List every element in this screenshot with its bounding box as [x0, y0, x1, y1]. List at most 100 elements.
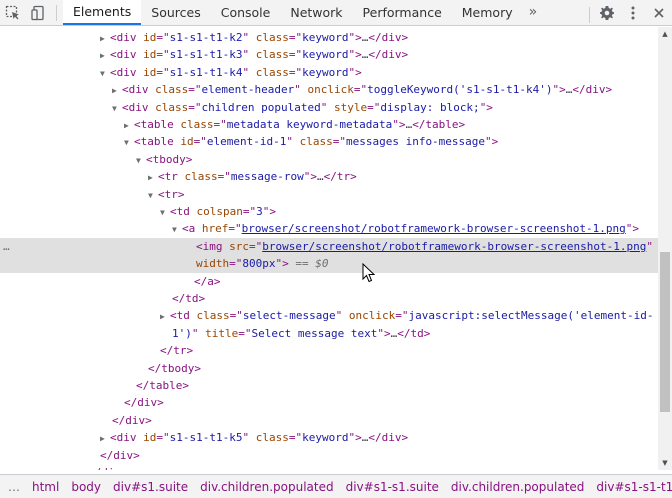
attribute-value: messages info-message — [345, 135, 486, 149]
breadcrumb-item[interactable]: div#s1-s1-t1.test — [590, 480, 672, 494]
attribute-name: class — [196, 309, 230, 323]
collapsed-triangle-icon[interactable]: ▶ — [124, 117, 134, 134]
tree-node[interactable]: ▼ <tr> — [0, 186, 658, 203]
tree-node-content: ▶ <div class="element-header" onclick="to… — [112, 81, 612, 99]
attribute-link[interactable]: browser/screenshot/robotframework-browse… — [262, 240, 646, 253]
tree-node[interactable]: </div> — [0, 464, 658, 470]
tree-node-content: <img src="browser/screenshot/robotframew… — [196, 238, 653, 255]
tag-token: </div> — [124, 396, 164, 410]
tree-node[interactable]: ▶ <div id="s1-s1-t1-k2" class="keyword">…… — [0, 29, 658, 46]
expanded-triangle-icon[interactable]: ▼ — [100, 65, 110, 82]
tab-memory[interactable]: Memory — [452, 0, 523, 25]
collapsed-triangle-icon[interactable]: ▶ — [100, 430, 110, 447]
tag-token: </td> — [397, 326, 431, 340]
tree-node[interactable]: ▼ <div id="s1-s1-t1-k4" class="keyword"> — [0, 64, 658, 81]
kebab-menu-icon[interactable] — [620, 0, 646, 26]
tree-node[interactable]: ▶ <tr class="message-row">…</tr> — [0, 168, 658, 185]
tree-node[interactable]: </div> — [0, 412, 658, 429]
tab-sources[interactable]: Sources — [141, 0, 210, 25]
tag-token: </div> — [368, 48, 409, 62]
tree-node[interactable]: ▶ <div id="s1-s1-t1-k3" class="keyword">…… — [0, 46, 658, 63]
inspect-icon[interactable] — [0, 0, 26, 26]
tag-token: "> — [262, 205, 276, 218]
attribute-link[interactable]: browser/screenshot/robotframework-browse… — [242, 222, 626, 235]
expanded-triangle-icon[interactable]: ▼ — [124, 134, 134, 151]
attribute-name: class — [180, 118, 214, 131]
breadcrumb-item[interactable]: div#s1.suite — [107, 480, 194, 494]
tab-console[interactable]: Console — [211, 0, 281, 25]
tree-node[interactable]: ▶ <table class="metadata keyword-metadata… — [0, 116, 658, 133]
tree-node[interactable]: </tr> — [0, 342, 658, 359]
node-actions-icon[interactable]: … — [3, 238, 10, 255]
tag-token: <td — [170, 309, 197, 323]
attribute-name: id — [143, 31, 157, 44]
scrollbar-thumb[interactable] — [660, 252, 670, 412]
close-icon[interactable] — [646, 0, 672, 26]
tree-node[interactable]: ▶ <div class="element-header" onclick="to… — [0, 81, 658, 98]
selected-node-marker: == $0 — [288, 257, 329, 271]
tag-token: =" — [367, 100, 381, 114]
tree-node[interactable]: </table> — [0, 377, 658, 394]
more-tabs-button[interactable]: » — [523, 0, 544, 25]
panel-tabs: Elements Sources Console Network Perform… — [63, 0, 543, 25]
tree-node[interactable]: ▶ <div id="s1-s1-t1-k5" class="keyword">…… — [0, 429, 658, 446]
tree-scrollbar[interactable]: ▲ ▼ — [658, 27, 672, 470]
tag-token: =" — [156, 431, 170, 445]
tree-node-selected[interactable]: width="800px"> == $0 — [0, 255, 658, 273]
collapsed-triangle-icon[interactable]: ▶ — [112, 82, 122, 99]
dom-tree[interactable]: ▶ <div id="s1-s1-t1-k2" class="keyword">…… — [0, 28, 658, 470]
tag-token: <div — [122, 100, 156, 114]
expanded-triangle-icon[interactable]: ▼ — [112, 100, 122, 117]
tree-node-content: </tr> — [160, 342, 193, 359]
breadcrumb-item[interactable]: html — [26, 480, 65, 494]
tab-performance[interactable]: Performance — [353, 0, 452, 25]
tree-node[interactable]: </tbody> — [0, 360, 658, 377]
collapsed-triangle-icon[interactable]: ▶ — [100, 30, 110, 47]
tree-node[interactable]: </a> — [0, 273, 658, 290]
breadcrumb-item[interactable]: div.children.populated — [445, 480, 590, 494]
attribute-name: id — [143, 65, 157, 79]
tag-token: </a> — [194, 274, 221, 288]
breadcrumb-overflow[interactable]: … — [0, 480, 26, 494]
tab-network[interactable]: Network — [280, 0, 352, 25]
collapsed-triangle-icon[interactable]: ▶ — [160, 308, 170, 325]
settings-gear-icon[interactable] — [594, 0, 620, 26]
tree-node[interactable]: </div> — [0, 447, 658, 464]
tag-token: " — [286, 135, 300, 149]
attribute-value: Select message text — [251, 326, 378, 340]
tree-node[interactable]: </div> — [0, 394, 658, 411]
attribute-value: element-header — [201, 83, 295, 97]
expanded-triangle-icon[interactable]: ▼ — [136, 152, 146, 169]
breadcrumb-item[interactable]: div.children.populated — [194, 480, 339, 494]
collapsed-ellipsis[interactable]: … — [317, 170, 324, 183]
tree-node[interactable]: </td> — [0, 290, 658, 307]
tag-token: =" — [156, 65, 170, 79]
scroll-down-arrow-icon[interactable]: ▼ — [658, 456, 672, 470]
collapsed-triangle-icon[interactable]: ▶ — [148, 169, 158, 186]
tag-token: =" — [353, 83, 368, 97]
tree-node[interactable]: 1')" title="Select message text">…</td> — [0, 325, 658, 342]
collapsed-triangle-icon[interactable]: ▶ — [100, 47, 110, 64]
tree-node[interactable]: ▼ <td colspan="3"> — [0, 203, 658, 220]
tag-token: </tbody> — [148, 361, 201, 375]
tree-node[interactable]: ▼ <table id="element-id-1" class="message… — [0, 133, 658, 150]
tag-token: </div> — [368, 31, 409, 44]
tree-node-content: </div> — [124, 394, 164, 411]
breadcrumb-item[interactable]: div#s1-s1.suite — [340, 480, 445, 494]
tree-node[interactable]: ▼ <a href="browser/screenshot/robotframew… — [0, 220, 658, 237]
tree-node[interactable]: ▶ <td class="select-message" onclick="jav… — [0, 307, 658, 324]
tree-node[interactable]: ▼ <tbody> — [0, 151, 658, 168]
expanded-triangle-icon[interactable]: ▼ — [148, 187, 158, 204]
attribute-value: s1-s1-t1-k4 — [169, 65, 243, 79]
expanded-triangle-icon[interactable]: ▼ — [172, 221, 182, 238]
device-toggle-icon[interactable] — [26, 0, 52, 26]
tree-node[interactable]: ▼ <div class="children populated" style="… — [0, 99, 658, 116]
expanded-triangle-icon[interactable]: ▼ — [160, 204, 170, 221]
attribute-value: 800px — [242, 257, 276, 271]
breadcrumb-item[interactable]: body — [65, 480, 107, 494]
tree-node-selected[interactable]: … <img src="browser/screenshot/robotframe… — [0, 237, 658, 256]
attribute-value: select-message — [242, 309, 336, 323]
tag-token: <td — [170, 205, 197, 218]
tab-elements[interactable]: Elements — [63, 0, 142, 25]
scroll-up-arrow-icon[interactable]: ▲ — [658, 27, 672, 41]
